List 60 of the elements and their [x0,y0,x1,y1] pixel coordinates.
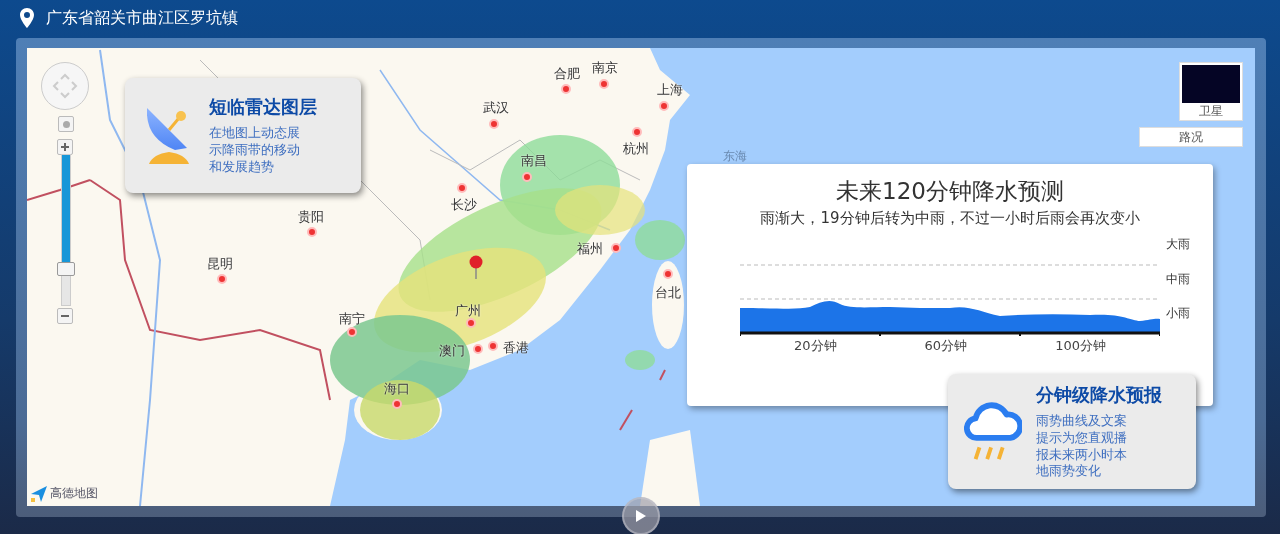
zoom-out-button[interactable] [57,308,73,324]
city-label: 合肥 [554,65,580,83]
city-marker-icon [217,274,227,284]
traffic-layer-button[interactable]: 路况 [1139,127,1243,147]
city-label: 南京 [592,59,618,77]
city-label: 杭州 [623,140,649,158]
city-label: 广州 [455,302,481,320]
card-description: 在地图上动态展示降雨带的移动和发展趋势 [209,125,301,176]
city-label: 南宁 [339,310,365,328]
city-label: 香港 [503,339,529,357]
x-axis-label: 20分钟 [794,337,837,355]
city-marker-icon [347,327,357,337]
map-logo-icon [31,485,47,502]
direction-arrows-icon [50,71,80,101]
card-title: 分钟级降水预报 [1036,382,1162,407]
city-marker-icon [307,227,317,237]
city-marker-icon [663,269,673,279]
city-marker-icon [632,127,642,137]
intensity-label: 小雨 [1166,305,1190,322]
zoom-in-button[interactable] [57,139,73,155]
city-marker-icon [392,399,402,409]
play-icon [636,510,646,522]
city-marker-icon [611,243,621,253]
city-marker-icon [488,341,498,351]
card-description: 雨势曲线及文案提示为您直观播报未来两小时本地雨势变化 [1036,412,1128,481]
city-marker-icon [599,79,609,89]
radar-dish-icon [147,107,191,164]
city-label: 贵阳 [298,208,324,226]
forecast-summary: 雨渐大，19分钟后转为中雨，不过一小时后雨会再次变小 [760,209,1140,228]
city-marker-icon [473,344,483,354]
city-label: 南昌 [521,152,547,170]
city-marker-icon [466,318,476,328]
city-marker-icon [561,84,571,94]
location-title: 广东省韶关市曲江区罗坑镇 [46,7,238,29]
intensity-label: 大雨 [1166,236,1190,253]
map-pin-icon [469,255,483,279]
city-marker-icon [457,183,467,193]
city-label: 台北 [655,284,681,302]
city-marker-icon [522,172,532,182]
city-label: 武汉 [483,99,509,117]
card-title: 短临雷达图层 [209,95,317,120]
city-label: 澳门 [439,342,465,360]
map-attribution: 高德地图 [50,485,98,502]
city-marker-icon [489,119,499,129]
plus-icon [60,142,70,152]
location-pin-icon [20,8,34,28]
x-axis-label: 60分钟 [924,337,968,355]
city-label: 长沙 [451,196,477,214]
sea-label: 东海 [723,148,747,165]
intensity-label: 中雨 [1166,270,1190,288]
city-label: 福州 [577,240,603,258]
city-label: 上海 [657,81,683,99]
rain-cloud-icon [964,400,1022,463]
play-button[interactable] [622,497,660,534]
x-axis-label: 100分钟 [1055,337,1106,355]
city-label: 海口 [384,380,410,398]
satellite-layer-button[interactable]: 卫星 [1179,62,1243,121]
panel-title: 未来120分钟降水预测 [836,177,1064,206]
city-marker-icon [659,101,669,111]
city-label: 昆明 [207,255,233,273]
